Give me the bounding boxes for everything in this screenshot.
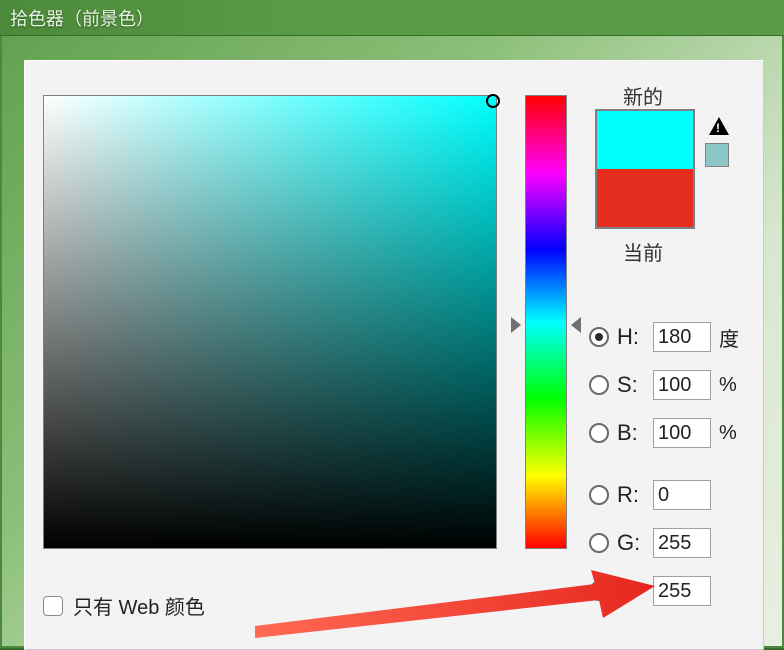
current-color-swatch[interactable] xyxy=(597,169,693,227)
brightness-unit: % xyxy=(719,422,737,445)
gamut-warning-swatch[interactable] xyxy=(705,143,729,167)
red-radio[interactable] xyxy=(589,485,609,505)
color-swatch-preview xyxy=(595,109,695,229)
blue-radio[interactable] xyxy=(589,581,609,601)
hue-slider-arrow-right-icon xyxy=(571,317,581,333)
red-input[interactable] xyxy=(653,480,711,510)
hue-label: H: xyxy=(617,324,647,350)
title-bar: 拾色器（前景色） xyxy=(0,0,784,36)
green-row: G: xyxy=(589,529,719,557)
brightness-row: B: % xyxy=(589,419,737,447)
new-color-swatch[interactable] xyxy=(597,111,693,169)
hue-input[interactable] xyxy=(653,322,711,352)
brightness-label: B: xyxy=(617,420,647,446)
green-radio[interactable] xyxy=(589,533,609,553)
window-title: 拾色器（前景色） xyxy=(10,5,154,31)
current-color-label: 当前 xyxy=(623,237,663,266)
hue-radio[interactable] xyxy=(589,327,609,347)
saturation-brightness-field[interactable] xyxy=(43,95,497,549)
web-colors-only-row: 只有 Web 颜色 xyxy=(43,591,205,620)
brightness-radio[interactable] xyxy=(589,423,609,443)
blue-input[interactable] xyxy=(653,576,711,606)
saturation-label: S: xyxy=(617,372,647,398)
brightness-input[interactable] xyxy=(653,418,711,448)
green-label: G: xyxy=(617,530,647,556)
red-row: R: xyxy=(589,481,719,509)
blue-row: B: xyxy=(589,577,719,605)
saturation-input[interactable] xyxy=(653,370,711,400)
new-color-label: 新的 xyxy=(623,81,663,110)
hue-unit: 度 xyxy=(719,323,739,352)
green-input[interactable] xyxy=(653,528,711,558)
dialog-frame: 新的 当前 H: 度 S: % B: % R: xyxy=(0,36,784,648)
hue-slider[interactable] xyxy=(525,95,567,549)
web-colors-only-checkbox[interactable] xyxy=(43,596,63,616)
saturation-row: S: % xyxy=(589,371,737,399)
saturation-radio[interactable] xyxy=(589,375,609,395)
color-picker-ring[interactable] xyxy=(486,94,500,108)
blue-label: B: xyxy=(617,578,647,604)
web-colors-only-label: 只有 Web 颜色 xyxy=(73,591,205,620)
saturation-unit: % xyxy=(719,374,737,397)
gamut-warning-icon[interactable] xyxy=(709,117,729,135)
hue-slider-arrow-left-icon xyxy=(511,317,521,333)
red-label: R: xyxy=(617,482,647,508)
dialog-body: 新的 当前 H: 度 S: % B: % R: xyxy=(24,60,764,650)
hue-row: H: 度 xyxy=(589,323,739,351)
